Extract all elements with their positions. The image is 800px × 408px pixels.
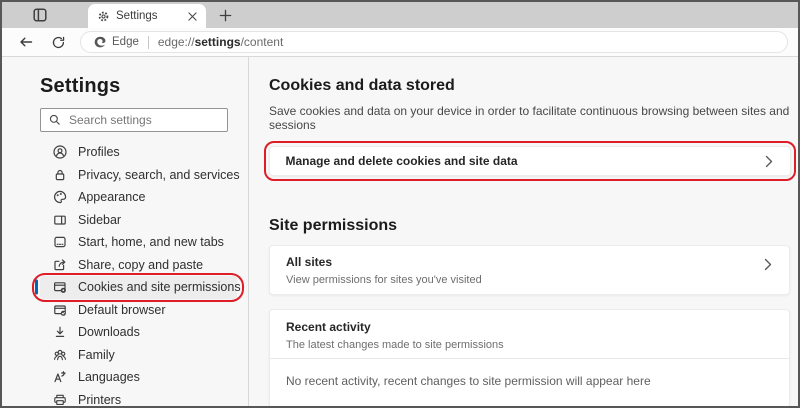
tab-title: Settings <box>116 10 158 22</box>
tab-close-icon[interactable] <box>184 8 200 24</box>
edge-logo-icon <box>93 35 107 49</box>
sidebar-item-family[interactable]: Family <box>40 344 237 367</box>
edge-badge-label: Edge <box>112 36 139 48</box>
search-box[interactable] <box>40 108 228 132</box>
sidebar-item-default-browser[interactable]: Default browser <box>40 299 237 322</box>
address-divider <box>147 35 149 49</box>
manage-cookies-label: Manage and delete cookies and site data <box>285 154 518 168</box>
share-icon <box>52 257 68 273</box>
cookies-permissions-icon <box>52 279 68 295</box>
recent-activity-empty-text: No recent activity, recent changes to si… <box>286 374 651 388</box>
chevron-right-icon <box>764 257 773 271</box>
refresh-button[interactable] <box>46 30 70 54</box>
settings-main-panel: Cookies and data stored Save cookies and… <box>249 57 798 406</box>
search-input[interactable] <box>69 113 209 127</box>
sidebar-item-label: Sidebar <box>78 212 122 227</box>
refresh-icon <box>51 35 66 50</box>
all-sites-label: All sites <box>286 255 333 269</box>
url-path: /content <box>240 35 284 49</box>
url-text: edge://settings/content <box>158 35 283 49</box>
plus-icon <box>218 8 233 23</box>
tab-actions-button[interactable] <box>30 5 50 25</box>
search-icon <box>48 113 62 127</box>
sidebar-item-label: Privacy, search, and services <box>78 167 240 182</box>
sidebar-item-share-copy-paste[interactable]: Share, copy and paste <box>40 254 237 277</box>
sidebar-item-start-home-tabs[interactable]: Start, home, and new tabs <box>40 231 237 254</box>
recent-activity-card: Recent activity The latest changes made … <box>269 309 790 406</box>
palette-icon <box>52 189 68 205</box>
languages-icon <box>52 369 68 385</box>
sidebar-item-label: Downloads <box>78 325 140 340</box>
sidebar-item-label: Printers <box>78 392 122 407</box>
recent-activity-subtitle: The latest changes made to site permissi… <box>286 339 504 351</box>
recent-activity-header: Recent activity The latest changes made … <box>270 310 789 358</box>
section-title-site-permissions: Site permissions <box>269 217 398 234</box>
tab-actions-icon <box>32 7 48 23</box>
sidebar-item-downloads[interactable]: Downloads <box>40 321 237 344</box>
download-icon <box>52 324 68 340</box>
address-bar[interactable]: Edge edge://settings/content <box>80 31 788 53</box>
sidebar-item-appearance[interactable]: Appearance <box>40 186 237 209</box>
tab-bar: Settings <box>2 2 798 28</box>
edge-badge: Edge <box>93 35 139 49</box>
back-arrow-icon <box>18 34 34 50</box>
sidebar-item-label: Cookies and site permissions <box>78 280 241 295</box>
sidebar-item-languages[interactable]: Languages <box>40 366 237 389</box>
address-toolbar: Edge edge://settings/content <box>2 28 798 57</box>
sidebar-layout-icon <box>52 212 68 228</box>
sidebar-item-label: Share, copy and paste <box>78 257 204 272</box>
red-annotation-ring: Manage and delete cookies and site data <box>263 141 796 181</box>
sidebar-item-label: Appearance <box>78 190 146 205</box>
sidebar-nav: Profiles Privacy, search, and services A… <box>32 141 244 407</box>
sidebar-item-label: Languages <box>78 370 140 385</box>
gear-icon <box>97 10 110 23</box>
all-sites-row[interactable]: All sites View permissions for sites you… <box>269 245 790 295</box>
back-button[interactable] <box>14 30 38 54</box>
sidebar-item-cookies-site-permissions[interactable]: Cookies and site permissions <box>32 272 244 302</box>
tab-settings[interactable]: Settings <box>88 4 206 28</box>
default-browser-icon <box>52 302 68 318</box>
recent-activity-empty-state: No recent activity, recent changes to si… <box>270 359 789 406</box>
lock-icon <box>52 167 68 183</box>
sidebar-item-privacy[interactable]: Privacy, search, and services <box>40 164 240 187</box>
sidebar-item-printers[interactable]: Printers <box>40 389 237 407</box>
url-host: settings <box>194 35 241 49</box>
settings-content: Settings Search settings Profiles Privac… <box>2 57 798 406</box>
new-tab-button[interactable] <box>215 5 235 25</box>
browser-window: Settings Edge edge://settings/content Se… <box>0 0 800 408</box>
profiles-icon <box>52 144 68 160</box>
page-title: Settings <box>40 75 121 97</box>
printer-icon <box>52 392 68 406</box>
url-prefix: edge:// <box>157 35 195 49</box>
sidebar-item-label: Default browser <box>78 302 166 317</box>
manage-cookies-row[interactable]: Manage and delete cookies and site data <box>268 146 791 176</box>
sidebar-item-sidebar[interactable]: Sidebar <box>40 209 237 232</box>
sidebar-item-label: Family <box>78 347 115 362</box>
sidebar-item-label: Start, home, and new tabs <box>78 235 224 250</box>
sidebar-item-label: Profiles <box>78 145 120 160</box>
section-title-cookies: Cookies and data stored <box>269 77 455 94</box>
settings-sidebar: Settings Search settings Profiles Privac… <box>2 57 249 406</box>
recent-activity-label: Recent activity <box>286 320 371 334</box>
family-icon <box>52 347 68 363</box>
start-home-tabs-icon <box>52 234 68 250</box>
cookies-section-description: Save cookies and data on your device in … <box>269 104 790 132</box>
sidebar-item-profiles[interactable]: Profiles <box>40 141 237 164</box>
chevron-right-icon <box>765 154 774 168</box>
all-sites-subtitle: View permissions for sites you've visite… <box>286 274 482 286</box>
